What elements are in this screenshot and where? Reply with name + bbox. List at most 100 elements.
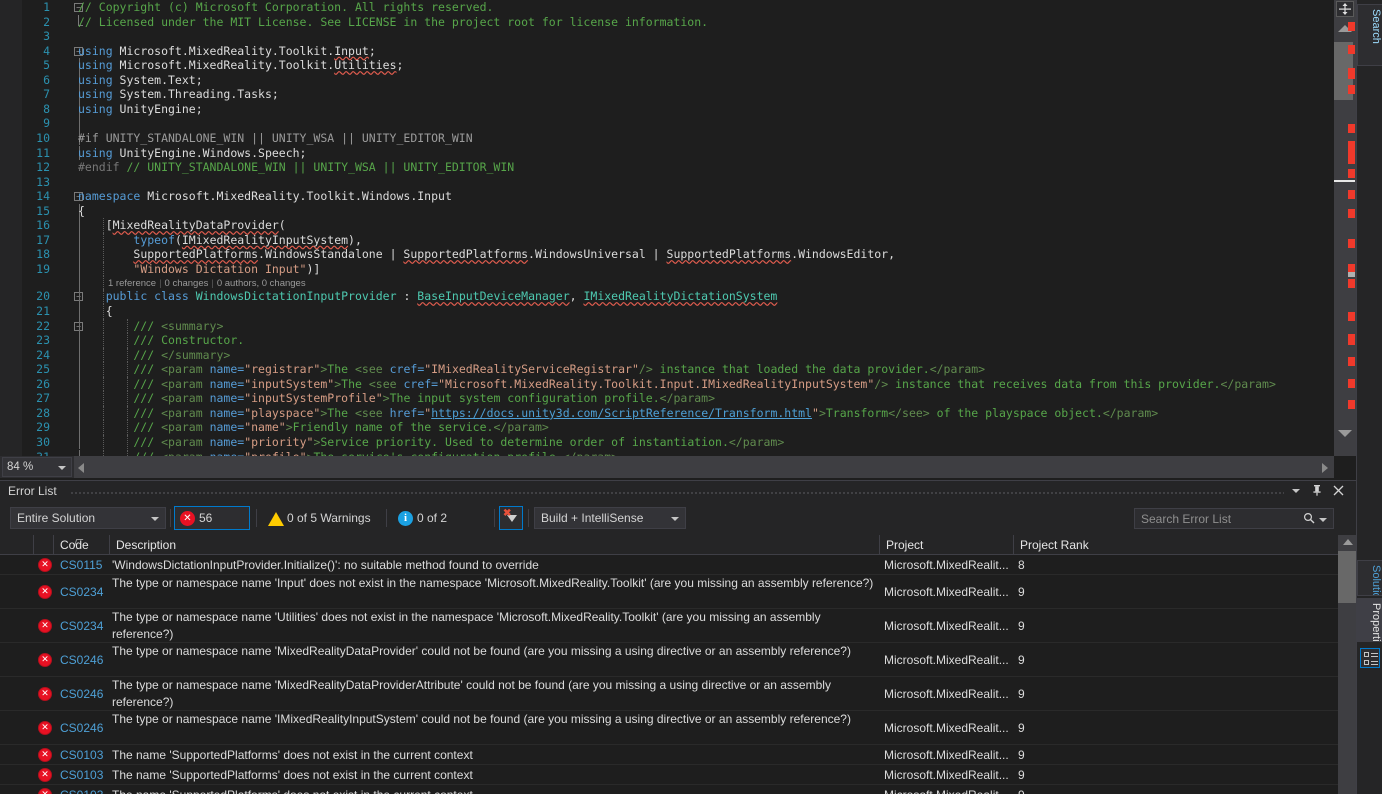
line-number: 18 <box>36 247 50 262</box>
code-editor-pane[interactable]: 1−// Copyright (c) Microsoft Corporation… <box>0 0 1334 456</box>
scrollbar-error-marker[interactable] <box>1348 124 1355 133</box>
error-description: The name 'SupportedPlatforms' does not e… <box>112 748 473 762</box>
error-list-scroll-up-arrow[interactable] <box>1343 539 1353 545</box>
code-line[interactable]: 18 SupportedPlatforms.WindowsStandalone … <box>0 247 1334 262</box>
scrollbar-error-marker[interactable] <box>1348 45 1355 54</box>
code-line[interactable]: 7 using System.Threading.Tasks; <box>0 87 1334 102</box>
scrollbar-error-marker[interactable] <box>1348 169 1355 178</box>
code-line[interactable]: 11 using UnityEngine.Windows.Speech; <box>0 145 1334 161</box>
code-line[interactable]: 17 typeof(IMixedRealityInputSystem), <box>0 232 1334 248</box>
clear-filter-button[interactable]: ✖ <box>499 506 523 530</box>
table-row[interactable]: CS0246 The type or namespace name 'IMixed… <box>0 711 1338 745</box>
table-row[interactable]: CS0234 The type or namespace name 'Utilit… <box>0 609 1338 643</box>
code-line[interactable]: 28 /// <param name="playspace" > The <see … <box>0 405 1334 421</box>
scroll-down-arrow[interactable] <box>1338 430 1352 437</box>
code-line[interactable]: 13 <box>0 175 1334 190</box>
code-line[interactable]: 19 "Windows Dictation Input")] <box>0 261 1334 277</box>
codelens-item[interactable]: 1 reference <box>108 278 156 289</box>
code-line[interactable]: 9 <box>0 116 1334 131</box>
column-header-project[interactable]: Project <box>880 535 1014 555</box>
code-line[interactable]: 24 /// </summary> <box>0 347 1334 363</box>
hscroll-right-arrow[interactable] <box>1322 463 1328 473</box>
code-line[interactable]: 23 /// Constructor. <box>0 333 1334 348</box>
table-row[interactable]: CS0246 The type or namespace name 'MixedR… <box>0 643 1338 677</box>
scrollbar-error-marker[interactable] <box>1348 22 1355 31</box>
scrollbar-error-marker[interactable] <box>1348 209 1355 218</box>
hscroll-left-arrow[interactable] <box>78 463 84 473</box>
code-line[interactable]: 15 { <box>0 203 1334 219</box>
code-token: Transform <box>825 405 889 420</box>
code-line[interactable]: 5 using Microsoft.MixedReality.Toolkit.Ut… <box>0 58 1334 73</box>
line-number: 8 <box>43 101 50 116</box>
error-list-scroll-thumb[interactable] <box>1338 551 1356 603</box>
column-header-project-rank[interactable]: Project Rank <box>1014 535 1338 555</box>
table-row[interactable]: CS0115 'WindowsDictationInputProvider.Ini… <box>0 555 1338 575</box>
code-line[interactable]: 12 #endif // UNITY_STANDALONE_WIN || UNIT… <box>0 160 1334 175</box>
scrollbar-error-marker[interactable] <box>1348 279 1355 288</box>
code-line[interactable]: 25 /// <param name="registrar">The <see … <box>0 362 1334 377</box>
zoom-level-combo[interactable]: 84 % <box>2 457 72 477</box>
vertical-tab-properties[interactable]: Properties <box>1357 598 1382 642</box>
table-row[interactable]: CS0103The name 'SupportedPlatforms' does… <box>0 745 1338 765</box>
code-line[interactable]: 27 /// <param name="inputSystemProfile">… <box>0 391 1334 406</box>
vertical-tab-search[interactable]: Search <box>1357 4 1382 66</box>
search-options-chevron-icon[interactable] <box>1319 518 1327 522</box>
code-line[interactable]: 8 using UnityEngine; <box>0 101 1334 117</box>
code-line[interactable]: 1−// Copyright (c) Microsoft Corporation… <box>0 0 1334 15</box>
table-row[interactable]: CS0246 The type or namespace name 'MixedR… <box>0 677 1338 711</box>
search-icon[interactable] <box>1303 512 1315 527</box>
code-line[interactable]: 6 using System.Text; <box>0 72 1334 88</box>
scope-filter-combo[interactable]: Entire Solution <box>10 507 166 529</box>
column-header-description[interactable]: Description <box>110 535 880 555</box>
panel-menu-button[interactable] <box>1288 484 1304 500</box>
code-line[interactable]: 3 <box>0 29 1334 44</box>
code-token[interactable]: https://docs.unity3d.com/ScriptReference… <box>431 406 812 420</box>
code-line[interactable]: 16 [MixedRealityDataProvider( <box>0 218 1334 233</box>
scrollbar-error-marker[interactable] <box>1348 85 1355 94</box>
code-line[interactable]: 29 /// <param name="name">Friendly name … <box>0 420 1334 435</box>
scrollbar-error-marker[interactable] <box>1348 357 1355 366</box>
messages-toggle-button[interactable]: i 0 of 2 Messages <box>392 506 490 548</box>
table-row[interactable]: CS0103The name 'SupportedPlatforms' does… <box>0 785 1338 794</box>
scrollbar-error-marker[interactable] <box>1348 334 1355 345</box>
scrollbar-error-marker[interactable] <box>1348 264 1355 272</box>
scrollbar-error-marker[interactable] <box>1348 400 1355 409</box>
vertical-tab-solution-explorer[interactable]: Solution Explorer <box>1357 560 1382 596</box>
search-error-list-input[interactable]: Search Error List <box>1134 508 1334 529</box>
scrollbar-error-marker[interactable] <box>1348 312 1355 321</box>
scrollbar-error-marker[interactable] <box>1348 239 1355 248</box>
column-header-code[interactable]: Code <box>54 535 110 555</box>
codelens-item[interactable]: 0 authors, 0 changes <box>217 278 306 289</box>
scrollbar-error-marker[interactable] <box>1348 141 1355 164</box>
errors-toggle-button[interactable]: ✕ 56 Errors <box>174 506 250 548</box>
scrollbar-error-marker[interactable] <box>1348 190 1355 199</box>
scrollbar-error-marker[interactable] <box>1348 68 1355 79</box>
code-token: Friendly name of the service. <box>292 420 494 435</box>
close-button[interactable] <box>1330 484 1346 500</box>
column-header-severity[interactable] <box>34 535 84 555</box>
scrollbar-error-marker[interactable] <box>1348 379 1355 388</box>
codelens-item[interactable]: 0 changes <box>165 278 209 289</box>
pin-button[interactable] <box>1309 484 1325 500</box>
code-line[interactable]: 20− public class WindowsDictationInputPr… <box>0 289 1334 304</box>
warnings-toggle-button[interactable]: 0 of 5 Warnings <box>262 506 390 530</box>
code-line[interactable]: 14− namespace Microsoft.MixedReality.Tool… <box>0 189 1334 204</box>
code-line[interactable]: 21 { <box>0 304 1334 319</box>
code-line[interactable]: 4− using Microsoft.MixedReality.Toolkit.I… <box>0 44 1334 59</box>
code-token: System.Text; <box>112 72 203 87</box>
split-view-button[interactable] <box>1336 1 1354 17</box>
editor-horizontal-scrollbar[interactable] <box>74 456 1334 478</box>
code-line[interactable]: 26 /// <param name="inputSystem">The <se… <box>0 376 1334 392</box>
grid-line <box>1371 656 1378 657</box>
code-line[interactable]: 22− /// <summary> <box>0 318 1334 334</box>
code-lines-container[interactable]: 1−// Copyright (c) Microsoft Corporation… <box>0 0 1334 456</box>
build-source-combo[interactable]: Build + IntelliSense <box>534 507 686 529</box>
code-line[interactable]: 2 // Licensed under the MIT License. See … <box>0 14 1334 30</box>
code-line[interactable]: 10 #if UNITY_STANDALONE_WIN || UNITY_WSA … <box>0 130 1334 146</box>
properties-grid-icon[interactable] <box>1360 648 1380 668</box>
table-row[interactable]: CS0234 The type or namespace name 'Input'… <box>0 575 1338 609</box>
error-list-rows[interactable]: CS0115 'WindowsDictationInputProvider.Ini… <box>0 555 1338 794</box>
table-row[interactable]: CS0103The name 'SupportedPlatforms' does… <box>0 765 1338 785</box>
scrollbar-warning-marker[interactable] <box>1348 272 1355 277</box>
code-line[interactable]: 30 /// <param name="priority">Service pr… <box>0 434 1334 450</box>
